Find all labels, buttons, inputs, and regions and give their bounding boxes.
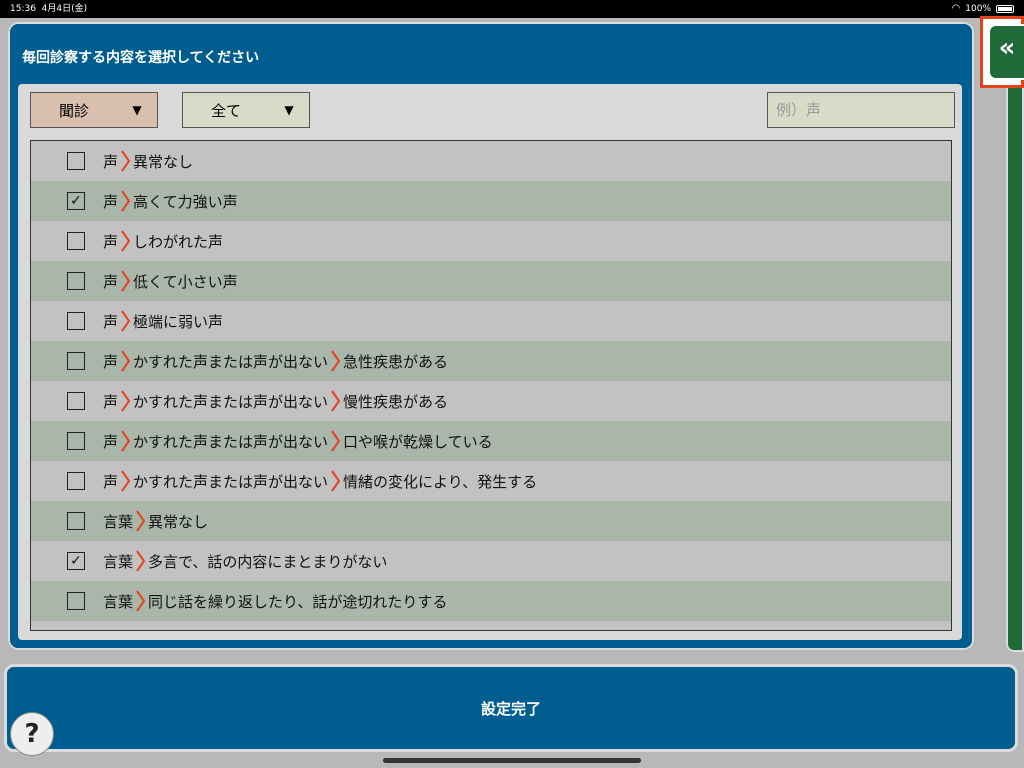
list-item[interactable]: ✓ 声高くて力強い声 [31,181,951,221]
item-label-part: かすれた声または声が出ない [133,352,329,371]
item-label-part: 慢性疾患がある [343,392,449,411]
checkbox[interactable] [67,592,85,610]
list-item[interactable]: 声かすれた声または声が出ない 急性疾患がある [31,341,951,381]
item-label-part: 声 [103,272,119,291]
item-label-part: しわがれた声 [133,232,224,251]
checkbox[interactable] [67,472,85,490]
item-label-part: 言葉 [103,552,134,571]
list-item[interactable]: 声かすれた声または声が出ない 口や喉が乾燥している [31,421,951,461]
side-panel-toggle-button[interactable]: « [980,16,1024,88]
checkbox-checked[interactable]: ✓ [67,192,85,210]
item-label-part: かすれた声または声が出ない [133,392,329,411]
item-label-part: 極端に弱い声 [133,312,224,331]
chevron-right-icon [121,350,131,372]
category-dropdown-label: 聞診 [58,101,89,120]
item-label-part: 声 [103,472,119,491]
item-label-part: 多言で、話の内容にまとまりがない [148,552,388,571]
list-item[interactable]: 声しわがれた声 [31,221,951,261]
settings-complete-label: 設定完了 [480,699,541,718]
triangle-down-icon: ▼ [132,103,142,117]
item-label-part: 声 [103,152,119,171]
checkmark-icon: ✓ [70,193,82,209]
chevron-right-icon [121,310,131,332]
item-label-part: 高くて力強い声 [133,192,238,211]
checkbox[interactable] [67,272,85,290]
checkbox[interactable] [67,352,85,370]
item-label-part: 情緒の変化により、発生する [343,472,538,491]
chevron-right-icon [121,470,131,492]
search-input[interactable]: 例）声 [767,92,955,128]
chevron-right-icon [136,510,146,532]
status-date: 4月4日(金) [41,4,88,14]
checkbox[interactable] [67,152,85,170]
list-item[interactable]: ✓ 言葉 多言で、話の内容にまとまりがない [31,541,951,581]
item-label-part: 声 [103,392,119,411]
home-indicator [383,758,641,763]
checkbox[interactable] [67,232,85,250]
item-label-part: 声 [103,312,119,331]
chevron-right-icon [121,270,131,292]
chevron-right-icon [331,430,341,452]
list-item[interactable]: 声かすれた声または声が出ない 情緒の変化により、発生する [31,461,951,501]
list-item[interactable]: 声低くて小さい声 [31,261,951,301]
scope-dropdown-label: 全て [210,101,241,120]
item-label-part: 言葉 [103,592,134,611]
chevron-right-icon [331,390,341,412]
panel-title: 毎回診察する内容を選択してください [22,50,260,66]
chevron-right-icon [121,390,131,412]
item-label-part: 口や喉が乾燥している [343,432,493,451]
scope-dropdown[interactable]: 全て ▼ [182,92,310,128]
chevron-right-icon [121,150,131,172]
item-label-part: 声 [103,232,119,251]
side-panel-strip [1006,70,1024,652]
item-label-part: 言葉 [103,512,134,531]
checkbox[interactable] [67,432,85,450]
item-label-part: 低くて小さい声 [133,272,238,291]
list-item[interactable]: 声かすれた声または声が出ない 慢性疾患がある [31,381,951,421]
chevron-right-icon [121,190,131,212]
chevron-right-icon [331,350,341,372]
checkbox[interactable] [67,392,85,410]
item-label-part: かすれた声または声が出ない [133,472,329,491]
chevron-right-icon [136,550,146,572]
list-item[interactable]: 声極端に弱い声 [31,301,951,341]
checkbox[interactable] [67,312,85,330]
wifi-icon: ◠ [951,3,961,14]
chevron-right-icon [121,230,131,252]
checkbox[interactable] [67,512,85,530]
item-label-part: 異常なし [133,152,194,171]
item-label-part: 声 [103,432,119,451]
settings-complete-button[interactable]: 設定完了 [4,664,1018,752]
item-label-part: 異常なし [148,512,209,531]
item-label-part: 急性疾患がある [343,352,449,371]
item-label-part: かすれた声または声が出ない [133,432,329,451]
chevron-right-icon [136,590,146,612]
list-item[interactable]: 言葉 同じ話を繰り返したり、話が途切れたりする [31,581,951,621]
item-label-part: 声 [103,192,119,211]
chevron-right-icon [121,430,131,452]
help-button[interactable]: ? [10,712,54,756]
status-time: 15:36 [10,4,36,14]
battery-icon [996,5,1014,13]
status-bar: 15:36 4月4日(金) ◠ 100% [0,0,1024,18]
list-item[interactable]: 声異常なし [31,141,951,181]
chevron-right-icon [331,470,341,492]
item-label-part: 同じ話を繰り返したり、話が途切れたりする [148,592,448,611]
category-dropdown[interactable]: 聞診 ▼ [30,92,158,128]
double-chevron-left-icon: « [988,24,1024,80]
checkbox-checked[interactable]: ✓ [67,552,85,570]
triangle-down-icon: ▼ [284,103,294,117]
status-time-date: 15:36 4月4日(金) [10,0,87,18]
checkmark-icon: ✓ [70,553,82,569]
item-label-part: 声 [103,352,119,371]
item-list[interactable]: 声異常なし ✓ 声高くて力強い声声しわがれた声声低くて小さい声声極端に弱い声声かすれ… [30,140,952,631]
list-item[interactable]: 言葉 異常なし [31,501,951,541]
